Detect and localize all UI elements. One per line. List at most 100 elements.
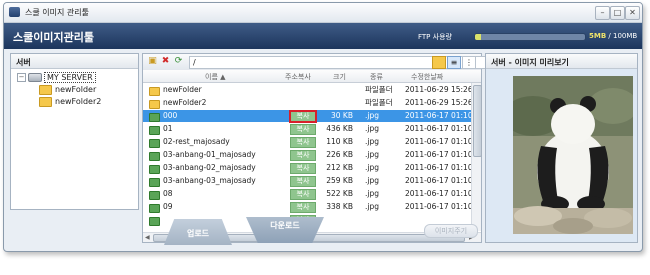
app-icon: [9, 7, 20, 17]
file-row[interactable]: 09 복사 338 KB .jpg 2011-06-17 01:10: [143, 201, 471, 213]
copy-address-button[interactable]: 복사: [289, 110, 317, 123]
title-bar: 스쿨 이미지 관리툴 – □ ✕: [4, 3, 642, 23]
server-panel-title: 서버: [16, 58, 31, 67]
file-date: 2011-06-17 01:10: [405, 150, 471, 159]
image-file-icon: [149, 191, 160, 200]
tree-root-label: MY SERVER: [44, 72, 96, 83]
file-row[interactable]: newFolder 파일폴더 2011-06-29 15:26: [143, 84, 471, 96]
file-list: newFolder 파일폴더 2011-06-29 15:26 newFolder2 파…: [143, 54, 471, 232]
folder-icon: [149, 87, 160, 96]
insert-image-button[interactable]: 이미지주기: [424, 224, 478, 238]
file-row[interactable]: 01 복사 436 KB .jpg 2011-06-17 01:10: [143, 123, 471, 135]
file-size: 30 KB: [331, 111, 353, 120]
vertical-scroll-thumb[interactable]: [473, 85, 482, 157]
file-date: 2011-06-17 01:10: [405, 202, 471, 211]
header-title: 스쿨이미지관리툴: [13, 31, 94, 44]
copy-address-button[interactable]: 복사: [290, 189, 316, 200]
file-name: 03-anbang-03_majosady: [163, 176, 256, 185]
file-size: 259 KB: [326, 176, 353, 185]
file-date: 2011-06-29 15:26: [405, 85, 471, 94]
file-name: newFolder: [163, 85, 202, 94]
file-date: 2011-06-17 01:10: [405, 189, 471, 198]
tree-item-newfolder2[interactable]: newFolder2: [39, 96, 101, 107]
image-file-icon: [149, 204, 160, 213]
preview-panel: 서버 - 이미지 미리보기: [485, 53, 638, 243]
file-type: .jpg: [365, 202, 379, 211]
file-date: 2011-06-29 15:26: [405, 98, 471, 107]
copy-address-button[interactable]: 복사: [290, 176, 316, 187]
scroll-left-icon[interactable]: ◀: [145, 234, 150, 241]
image-file-icon: [149, 152, 160, 161]
image-file-icon: [149, 178, 160, 187]
window-title: 스쿨 이미지 관리툴: [25, 8, 89, 17]
file-size: 226 KB: [326, 150, 353, 159]
file-row[interactable]: 03-anbang-02_majosady 복사 212 KB .jpg 2011-06…: [143, 162, 471, 174]
file-name: 000: [163, 111, 178, 120]
file-size: 110 KB: [326, 137, 353, 146]
server-icon: [28, 73, 42, 82]
maximize-button[interactable]: □: [610, 6, 625, 20]
server-panel: 서버 − MY SERVER newFolder newFolder2: [10, 53, 139, 210]
copy-address-button[interactable]: 복사: [290, 163, 316, 174]
file-name: newFolder2: [163, 98, 207, 107]
tree-item-newfolder[interactable]: newFolder: [39, 84, 96, 95]
tree-item-label: newFolder: [55, 85, 97, 94]
copy-address-button[interactable]: 복사: [290, 124, 316, 135]
file-row[interactable]: 000 복사 30 KB .jpg 2011-06-17 01:10: [143, 110, 471, 123]
file-row[interactable]: 08 복사 522 KB .jpg 2011-06-17 01:10: [143, 188, 471, 200]
file-name: 01: [163, 124, 173, 133]
app-window: 스쿨 이미지 관리툴 – □ ✕ 스쿨이미지관리툴 FTP 사용량 5MB / …: [3, 2, 643, 252]
preview-panel-title: 서버 - 이미지 미리보기: [491, 58, 569, 67]
file-name: 08: [163, 189, 173, 198]
file-row[interactable]: 02-rest_majosady 복사 110 KB .jpg 2011-06-17 0…: [143, 136, 471, 148]
tree-root[interactable]: − MY SERVER: [17, 72, 96, 83]
file-type: .jpg: [365, 189, 379, 198]
file-row[interactable]: 03-anbang-01_majosady 복사 226 KB .jpg 2011-06…: [143, 149, 471, 161]
ftp-usage-bar: [474, 33, 586, 41]
file-row[interactable]: 03-anbang-03_majosady 복사 259 KB .jpg 2011-06…: [143, 175, 471, 187]
preview-panel-header: 서버 - 이미지 미리보기: [486, 54, 637, 69]
image-file-icon: [149, 139, 160, 148]
close-button[interactable]: ✕: [625, 6, 640, 20]
file-size: 522 KB: [326, 189, 353, 198]
download-button[interactable]: 다운로드: [246, 217, 324, 243]
file-name: 03-anbang-01_majosady: [163, 150, 256, 159]
image-file-icon: [149, 126, 160, 135]
file-panel: ▣ ✖ ⟳ / ≡ ⋮ 이름 ▲ 주소복사 크기 종류 수정한날짜 newFol…: [142, 53, 550, 243]
minimize-button[interactable]: –: [595, 6, 610, 20]
file-date: 2011-06-17 01:10: [405, 137, 471, 146]
preview-image: [513, 76, 633, 234]
file-type: .jpg: [365, 111, 379, 120]
vertical-scrollbar[interactable]: [471, 83, 482, 231]
usage-used: 5MB: [589, 32, 607, 40]
file-name: 09: [163, 202, 173, 211]
file-type: 파일폴더: [365, 98, 393, 107]
file-date: 2011-06-17 01:10: [405, 111, 471, 120]
folder-icon: [39, 84, 52, 95]
collapse-toggle[interactable]: −: [17, 73, 26, 82]
file-type: .jpg: [365, 137, 379, 146]
file-date: 2011-06-17 01:10: [405, 124, 471, 133]
file-name: 03-anbang-02_majosady: [163, 163, 256, 172]
image-file-icon: [149, 217, 160, 226]
file-size: 212 KB: [326, 163, 353, 172]
copy-address-button[interactable]: 복사: [290, 202, 316, 213]
file-type: .jpg: [365, 176, 379, 185]
ftp-usage-label: FTP 사용량: [418, 33, 452, 41]
file-type: .jpg: [365, 150, 379, 159]
copy-address-button[interactable]: 복사: [290, 137, 316, 148]
server-panel-header: 서버: [11, 54, 138, 69]
copy-address-button[interactable]: 복사: [290, 150, 316, 161]
ftp-usage-text: 5MB / 100MB: [589, 32, 637, 40]
file-row[interactable]: newFolder2 파일폴더 2011-06-29 15:26: [143, 97, 471, 109]
ftp-usage-fill: [475, 34, 481, 40]
folder-icon: [149, 100, 160, 109]
app-header: 스쿨이미지관리툴 FTP 사용량 5MB / 100MB: [4, 23, 642, 49]
file-date: 2011-06-17 01:10: [405, 176, 471, 185]
file-name: 02-rest_majosady: [163, 137, 230, 146]
usage-total: / 100MB: [608, 32, 638, 40]
file-type: 파일폴더: [365, 85, 393, 94]
upload-button[interactable]: 업로드: [164, 219, 232, 245]
file-type: .jpg: [365, 124, 379, 133]
tree-item-label: newFolder2: [55, 97, 102, 106]
